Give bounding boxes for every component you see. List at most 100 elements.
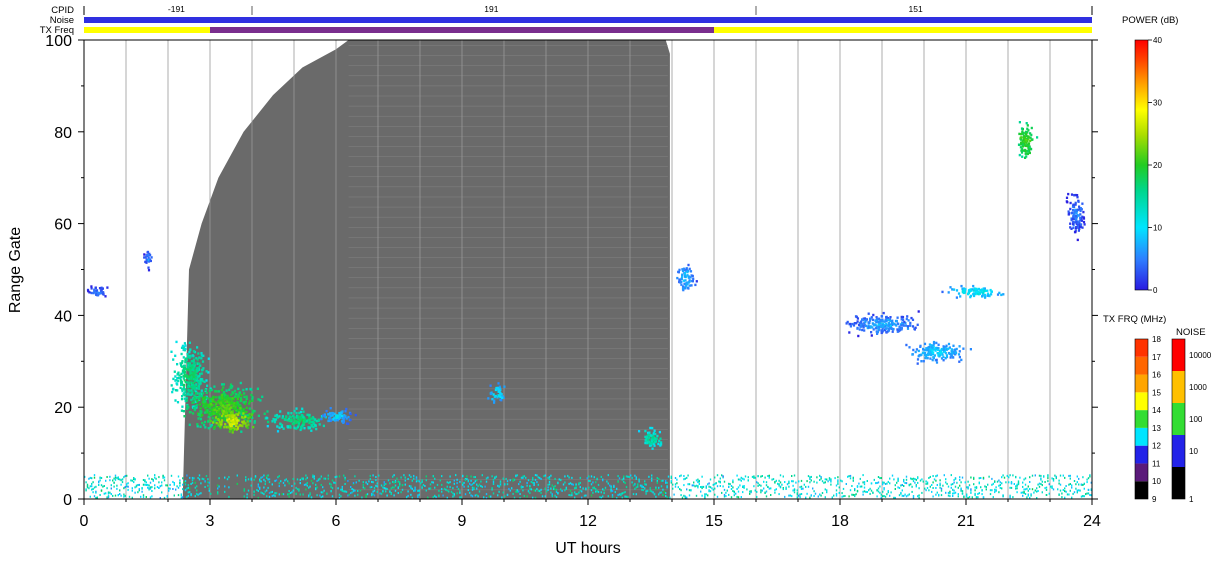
near-range-echo [750, 490, 752, 493]
near-range-echo [893, 478, 895, 481]
near-range-echo [978, 492, 980, 495]
near-range-echo [975, 496, 978, 499]
near-range-echo [1034, 474, 1036, 477]
near-range-echo [148, 477, 150, 480]
echo-cell [932, 351, 935, 355]
echo-cell [295, 407, 298, 410]
echo-cell [942, 345, 945, 348]
echo-cell [199, 403, 202, 406]
near-range-echo [982, 496, 985, 499]
near-range-echo [471, 488, 474, 491]
near-range-echo [911, 490, 913, 493]
echo-cell [1025, 134, 1028, 137]
near-range-echo [257, 485, 259, 488]
echo-cell [691, 274, 694, 278]
near-range-echo [954, 491, 957, 494]
near-range-echo [218, 477, 220, 480]
near-range-echo [560, 479, 562, 482]
echo-cell [1082, 220, 1086, 224]
near-range-echo [637, 485, 639, 488]
echo-cell [247, 417, 250, 420]
echo-cell [200, 372, 203, 375]
near-range-echo [448, 490, 450, 493]
near-range-echo [224, 476, 226, 479]
echo-cell [885, 330, 888, 334]
near-range-echo [898, 494, 901, 497]
near-range-echo [621, 492, 623, 495]
near-range-echo [492, 481, 495, 483]
near-range-echo [382, 490, 384, 493]
near-range-echo [992, 496, 994, 499]
echo-cell [957, 353, 961, 356]
echo-cell [1072, 226, 1075, 229]
near-range-echo [186, 496, 188, 499]
near-range-echo [602, 488, 604, 491]
near-range-echo [810, 494, 812, 497]
echo-cell [1023, 149, 1026, 152]
near-range-echo [714, 483, 716, 486]
echo-cell [284, 418, 287, 421]
echo-cell [1082, 216, 1085, 219]
echo-cell [189, 372, 192, 375]
near-range-echo [730, 488, 733, 490]
near-range-echo [145, 496, 147, 498]
near-range-echo [792, 480, 794, 483]
near-range-echo [99, 476, 101, 479]
echo-cell [187, 377, 191, 381]
near-range-echo [555, 496, 558, 499]
near-range-echo [810, 479, 812, 482]
near-range-echo [299, 482, 301, 484]
echo-cell [929, 348, 932, 351]
echo-cell [212, 412, 215, 416]
echo-cell [188, 390, 191, 393]
near-range-echo [331, 487, 334, 490]
near-range-echo [207, 481, 209, 484]
echo-cell [683, 275, 686, 278]
near-range-echo [611, 490, 614, 492]
echo-cell [184, 361, 187, 364]
near-range-echo [369, 478, 371, 481]
txfreq-tick-label: 14 [1152, 406, 1161, 415]
near-range-echo [1057, 488, 1059, 491]
near-range-echo [113, 481, 115, 484]
echo-cell [228, 415, 232, 418]
near-range-echo [848, 495, 850, 498]
near-range-echo [723, 480, 726, 483]
near-range-echo [1001, 476, 1003, 479]
near-range-echo [779, 474, 782, 477]
noise-tick-label: 10000 [1189, 351, 1212, 360]
near-range-echo [410, 493, 412, 496]
near-range-echo [1087, 488, 1090, 491]
echo-cell [233, 422, 236, 426]
echo-cell [195, 373, 198, 377]
echo-cell [101, 291, 104, 294]
near-range-echo [385, 490, 387, 493]
near-range-echo [714, 476, 716, 479]
echo-cell [180, 381, 184, 384]
near-range-echo [131, 496, 133, 499]
near-range-echo [952, 495, 954, 497]
near-range-echo [480, 480, 482, 483]
echo-cell [180, 409, 183, 412]
echo-cell [886, 324, 889, 327]
near-range-echo [120, 483, 122, 486]
echo-cell [308, 416, 311, 420]
near-range-echo [337, 487, 339, 490]
near-range-echo [897, 477, 899, 480]
near-range-echo [534, 489, 537, 492]
near-range-echo [161, 481, 163, 484]
near-range-echo [931, 484, 933, 486]
near-range-echo [1024, 488, 1027, 491]
near-range-echo [389, 490, 391, 493]
near-range-echo [939, 484, 941, 487]
echo-cell [960, 358, 963, 362]
near-range-echo [85, 488, 87, 491]
near-range-echo [162, 475, 164, 477]
near-range-echo [1082, 484, 1084, 486]
near-range-echo [200, 482, 202, 485]
near-range-echo [376, 482, 378, 485]
near-range-echo [534, 474, 537, 477]
x-tick-label: 9 [458, 513, 467, 530]
echo-cell [1077, 200, 1080, 203]
near-range-echo [1027, 489, 1029, 492]
